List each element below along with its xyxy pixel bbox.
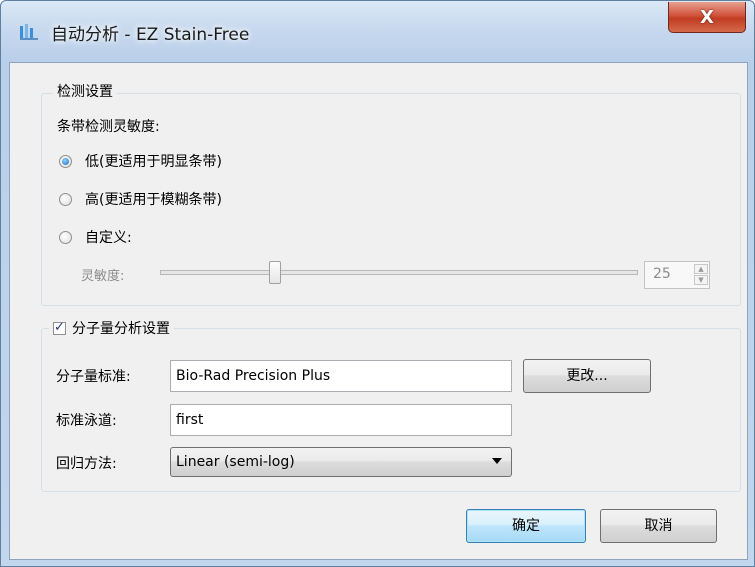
detection-settings-legend: 检测设置 — [53, 81, 117, 101]
ok-button[interactable]: 确定 — [466, 509, 586, 543]
standard-lane-field[interactable]: first — [170, 404, 512, 436]
change-standard-button[interactable]: 更改... — [523, 359, 651, 393]
regression-method-select[interactable]: Linear (semi-log) — [170, 447, 512, 477]
close-icon: X — [700, 6, 714, 28]
sensitivity-slider-thumb[interactable] — [269, 261, 282, 284]
mw-settings-label[interactable]: 分子量分析设置 — [72, 321, 170, 337]
chevron-down-icon — [492, 458, 502, 464]
radio-custom-label[interactable]: 自定义: — [85, 227, 132, 247]
mw-standard-label: 分子量标准: — [56, 369, 131, 385]
spin-up-icon[interactable]: ▲ — [694, 264, 708, 274]
regression-method-value: Linear (semi-log) — [176, 454, 295, 470]
spinbox-buttons: ▲ ▼ — [694, 263, 708, 287]
mw-settings-legend: ✓ 分子量分析设置 — [49, 318, 174, 338]
radio-high[interactable] — [59, 193, 72, 206]
close-button[interactable]: X — [668, 2, 746, 33]
window-title: 自动分析 - EZ Stain-Free — [51, 25, 250, 45]
app-icon — [20, 24, 38, 40]
mw-enable-checkbox[interactable]: ✓ — [53, 320, 66, 335]
title-bar[interactable]: 自动分析 - EZ Stain-Free X — [1, 1, 754, 63]
standard-lane-label: 标准泳道: — [56, 413, 117, 429]
radio-low[interactable] — [59, 155, 72, 168]
sensitivity-heading: 条带检测灵敏度: — [57, 119, 160, 135]
sensitivity-slider-track[interactable] — [160, 270, 638, 275]
spinbox-value: 25 — [653, 266, 671, 282]
spin-down-icon[interactable]: ▼ — [694, 275, 708, 285]
regression-method-label: 回归方法: — [56, 456, 117, 472]
radio-low-label[interactable]: 低(更适用于明显条带) — [85, 151, 222, 171]
radio-high-label[interactable]: 高(更适用于模糊条带) — [85, 189, 222, 209]
sensitivity-spinbox[interactable]: 25 ▲ ▼ — [644, 261, 710, 289]
dialog-window: 自动分析 - EZ Stain-Free X 检测设置 条带检测灵敏度: 低(更… — [0, 0, 755, 567]
cancel-button[interactable]: 取消 — [600, 509, 717, 543]
check-icon: ✓ — [54, 320, 65, 335]
slider-label: 灵敏度: — [81, 269, 125, 284]
radio-custom[interactable] — [59, 231, 72, 244]
mw-standard-field[interactable]: Bio-Rad Precision Plus — [170, 360, 512, 392]
dialog-client-area: 检测设置 条带检测灵敏度: 低(更适用于明显条带) 高(更适用于模糊条带) 自定… — [9, 62, 748, 560]
